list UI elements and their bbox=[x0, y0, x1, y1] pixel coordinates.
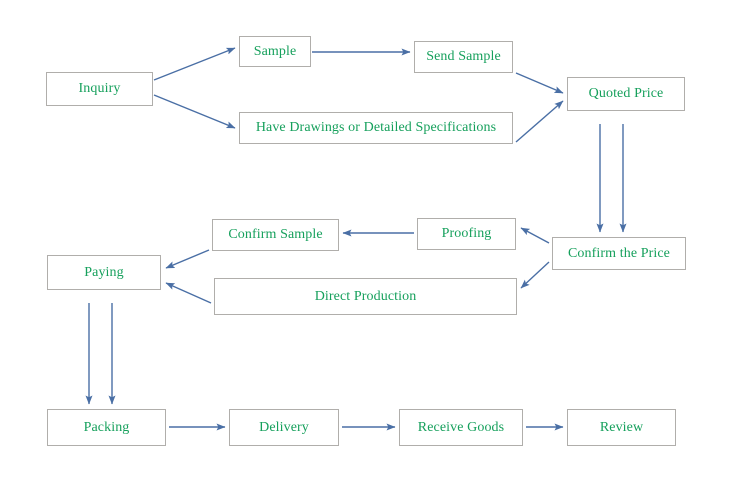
flowchart-node-label: Review bbox=[599, 419, 644, 435]
flow-arrow bbox=[165, 249, 210, 269]
flowchart-node-inquiry[interactable]: Inquiry bbox=[46, 72, 153, 106]
flowchart-node-label: Have Drawings or Detailed Specifications bbox=[255, 120, 497, 135]
flow-arrow bbox=[153, 94, 236, 129]
flow-arrow bbox=[165, 282, 212, 304]
flowchart-node-confirm_sample[interactable]: Confirm Sample bbox=[212, 219, 339, 251]
flow-arrow bbox=[515, 100, 564, 143]
flowchart-node-review[interactable]: Review bbox=[567, 409, 676, 446]
flowchart-node-label: Confirm the Price bbox=[567, 245, 670, 261]
flowchart-node-sample[interactable]: Sample bbox=[239, 36, 311, 67]
flowchart-node-have_drawings[interactable]: Have Drawings or Detailed Specifications bbox=[239, 112, 513, 144]
flow-arrow bbox=[520, 227, 550, 244]
flowchart-node-quoted_price[interactable]: Quoted Price bbox=[567, 77, 685, 111]
flowchart-node-confirm_price[interactable]: Confirm the Price bbox=[552, 237, 686, 270]
flowchart-node-send_sample[interactable]: Send Sample bbox=[414, 41, 513, 73]
flowchart-node-label: Receive Goods bbox=[417, 419, 505, 435]
flow-arrow bbox=[515, 72, 564, 94]
flow-arrow bbox=[520, 261, 550, 289]
flowchart-node-direct_prod[interactable]: Direct Production bbox=[214, 278, 517, 315]
flowchart-node-label: Packing bbox=[83, 419, 130, 435]
flowchart-node-label: Quoted Price bbox=[588, 86, 664, 101]
flowchart-node-proofing[interactable]: Proofing bbox=[417, 218, 516, 250]
flowchart-node-label: Sample bbox=[253, 43, 297, 59]
flow-arrow bbox=[153, 47, 236, 81]
flowchart-node-label: Delivery bbox=[259, 419, 309, 435]
flowchart-node-packing[interactable]: Packing bbox=[47, 409, 166, 446]
flowchart-canvas: Inquiry Sample Send Sample Have Drawings or… bbox=[0, 0, 750, 500]
flowchart-node-label: Direct Production bbox=[314, 288, 417, 304]
flowchart-node-label: Proofing bbox=[441, 226, 492, 241]
flowchart-node-label: Paying bbox=[84, 264, 124, 280]
flowchart-node-paying[interactable]: Paying bbox=[47, 255, 161, 290]
flowchart-node-delivery[interactable]: Delivery bbox=[229, 409, 339, 446]
flowchart-node-label: Inquiry bbox=[78, 81, 121, 96]
flowchart-node-receive_goods[interactable]: Receive Goods bbox=[399, 409, 523, 446]
flowchart-node-label: Confirm Sample bbox=[228, 227, 323, 242]
flowchart-node-label: Send Sample bbox=[426, 49, 501, 64]
